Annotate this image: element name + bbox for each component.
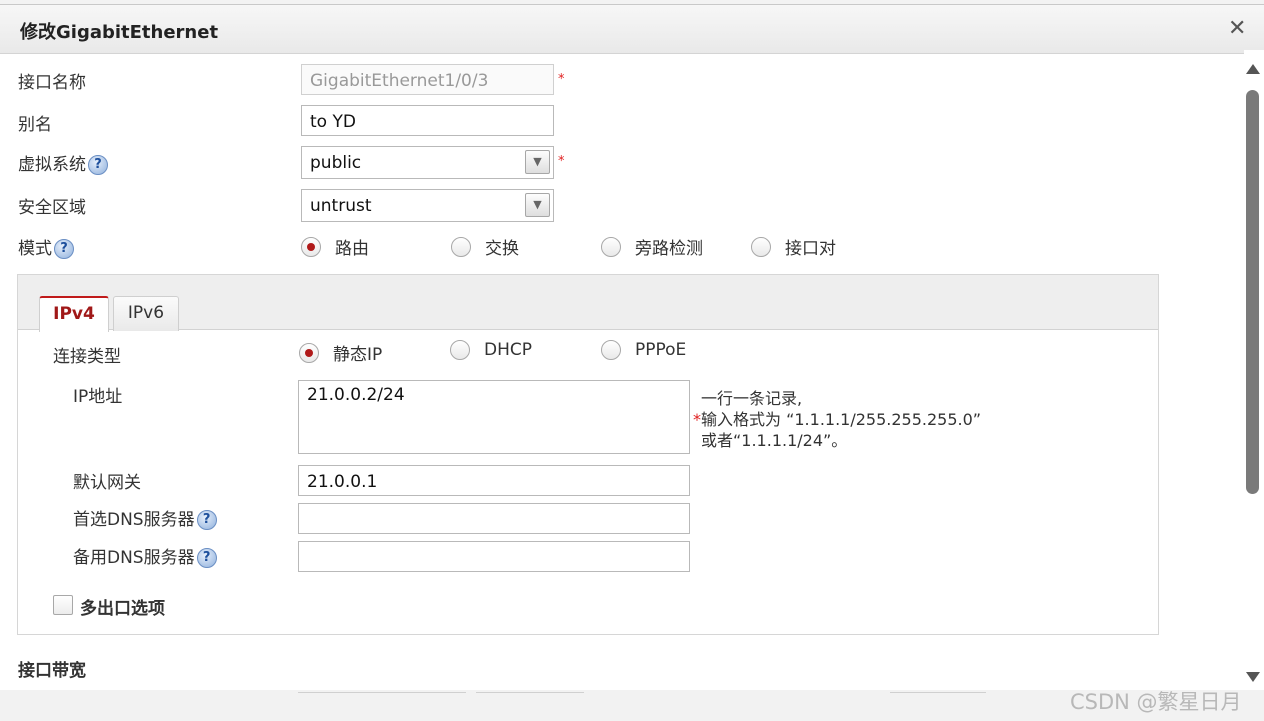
conn-radio-dhcp[interactable]: DHCP xyxy=(450,340,532,360)
conn-option-label: PPPoE xyxy=(635,340,687,360)
conn-option-label: 静态IP xyxy=(333,345,383,365)
mode-option-label: 交换 xyxy=(485,239,519,259)
primary-dns-input[interactable] xyxy=(298,503,690,534)
default-gateway-input[interactable]: 21.0.0.1 xyxy=(298,465,690,496)
alias-input[interactable]: to YD xyxy=(301,105,554,136)
ip-settings-panel: IPv4 IPv6 连接类型 静态IP DHCP PPPoE IP地址 21.0… xyxy=(17,274,1159,635)
help-icon[interactable]: ? xyxy=(196,510,217,530)
alias-label: 别名 xyxy=(18,115,52,135)
hint-line-3: 或者“1.1.1.1/24”。 xyxy=(701,431,848,450)
hint-required-mark: * xyxy=(693,410,701,429)
help-icon[interactable]: ? xyxy=(88,155,108,175)
required-mark: * xyxy=(558,72,565,87)
interface-name-label: 接口名称 xyxy=(18,73,86,93)
ip-address-textarea[interactable]: 21.0.0.2/24 xyxy=(298,380,690,454)
hint-line-2-text: 输入格式为 “1.1.1.1/255.255.255.0” xyxy=(701,410,982,429)
multi-egress-label: 多出口选项 xyxy=(80,599,165,619)
security-zone-label: 安全区域 xyxy=(18,198,86,218)
virtual-system-select[interactable]: public ▼ xyxy=(301,146,554,179)
tab-ipv4[interactable]: IPv4 xyxy=(39,296,109,332)
hint-line-1: 一行一条记录, xyxy=(701,389,803,408)
conn-option-label: DHCP xyxy=(484,340,532,360)
chevron-down-icon[interactable]: ▼ xyxy=(525,150,550,174)
dialog-titlebar: 修改GigabitEthernet ✕ xyxy=(0,5,1264,54)
scroll-thumb[interactable] xyxy=(1246,90,1259,494)
primary-dns-label: 首选DNS服务器? xyxy=(73,505,217,530)
radio-icon[interactable] xyxy=(451,236,471,257)
secondary-dns-label: 备用DNS服务器? xyxy=(73,543,217,568)
security-zone-select[interactable]: untrust ▼ xyxy=(301,189,554,222)
hidden-field-edge xyxy=(890,692,986,696)
virtual-system-label: 虚拟系统? xyxy=(18,150,108,175)
radio-icon[interactable] xyxy=(601,236,621,257)
chevron-down-icon[interactable]: ▼ xyxy=(525,193,550,217)
radio-icon[interactable] xyxy=(751,236,771,257)
radio-icon[interactable] xyxy=(601,340,621,360)
scroll-down-icon[interactable] xyxy=(1246,672,1260,682)
conn-radio-pppoe[interactable]: PPPoE xyxy=(601,340,686,360)
default-gateway-label: 默认网关 xyxy=(73,473,141,493)
dialog-title: 修改GigabitEthernet xyxy=(20,22,219,43)
mode-option-label: 接口对 xyxy=(785,239,836,259)
mode-option-label: 旁路检测 xyxy=(635,239,703,259)
secondary-dns-label-text: 备用DNS服务器 xyxy=(73,548,195,568)
help-icon[interactable]: ? xyxy=(54,239,74,259)
hidden-field-edge xyxy=(476,692,584,696)
radio-icon[interactable] xyxy=(450,340,470,360)
hidden-field-edge xyxy=(298,692,466,696)
close-icon[interactable]: ✕ xyxy=(1228,16,1246,41)
mode-option-label: 路由 xyxy=(335,239,369,259)
hint-line-2: *输入格式为 “1.1.1.1/255.255.255.0” xyxy=(693,409,981,430)
watermark: CSDN @繁星日月 xyxy=(1070,690,1242,714)
radio-selected-icon[interactable] xyxy=(301,236,321,257)
multi-egress-checkbox[interactable] xyxy=(53,595,73,615)
help-icon[interactable]: ? xyxy=(196,548,217,568)
ip-format-hint: 一行一条记录, *输入格式为 “1.1.1.1/255.255.255.0” 或… xyxy=(693,388,981,451)
mode-radio-pair[interactable]: 接口对 xyxy=(751,234,836,259)
connection-type-label: 连接类型 xyxy=(53,347,121,367)
conn-radio-static[interactable]: 静态IP xyxy=(299,340,382,365)
mode-radio-switch[interactable]: 交换 xyxy=(451,234,519,259)
tab-bar: IPv4 IPv6 xyxy=(18,275,1158,332)
required-mark: * xyxy=(558,154,565,169)
interface-name-field: GigabitEthernet1/0/3 xyxy=(301,64,554,95)
primary-dns-label-text: 首选DNS服务器 xyxy=(73,510,195,530)
radio-selected-icon[interactable] xyxy=(299,342,319,363)
vertical-scrollbar[interactable] xyxy=(1244,50,1264,690)
virtual-system-label-text: 虚拟系统 xyxy=(18,155,86,175)
dialog-content: 接口名称 GigabitEthernet1/0/3 * 别名 to YD 虚拟系… xyxy=(0,50,1244,717)
scroll-up-icon[interactable] xyxy=(1246,64,1260,74)
mode-radio-route[interactable]: 路由 xyxy=(301,234,369,259)
secondary-dns-input[interactable] xyxy=(298,541,690,572)
mode-radio-bypass[interactable]: 旁路检测 xyxy=(601,234,703,259)
ip-address-label: IP地址 xyxy=(73,387,123,407)
tab-ipv6[interactable]: IPv6 xyxy=(113,296,179,331)
mode-label-text: 模式 xyxy=(18,239,52,259)
security-zone-value: untrust xyxy=(310,196,372,216)
virtual-system-value: public xyxy=(310,153,362,173)
mode-label: 模式? xyxy=(18,234,74,259)
bandwidth-section-title: 接口带宽 xyxy=(18,661,86,681)
